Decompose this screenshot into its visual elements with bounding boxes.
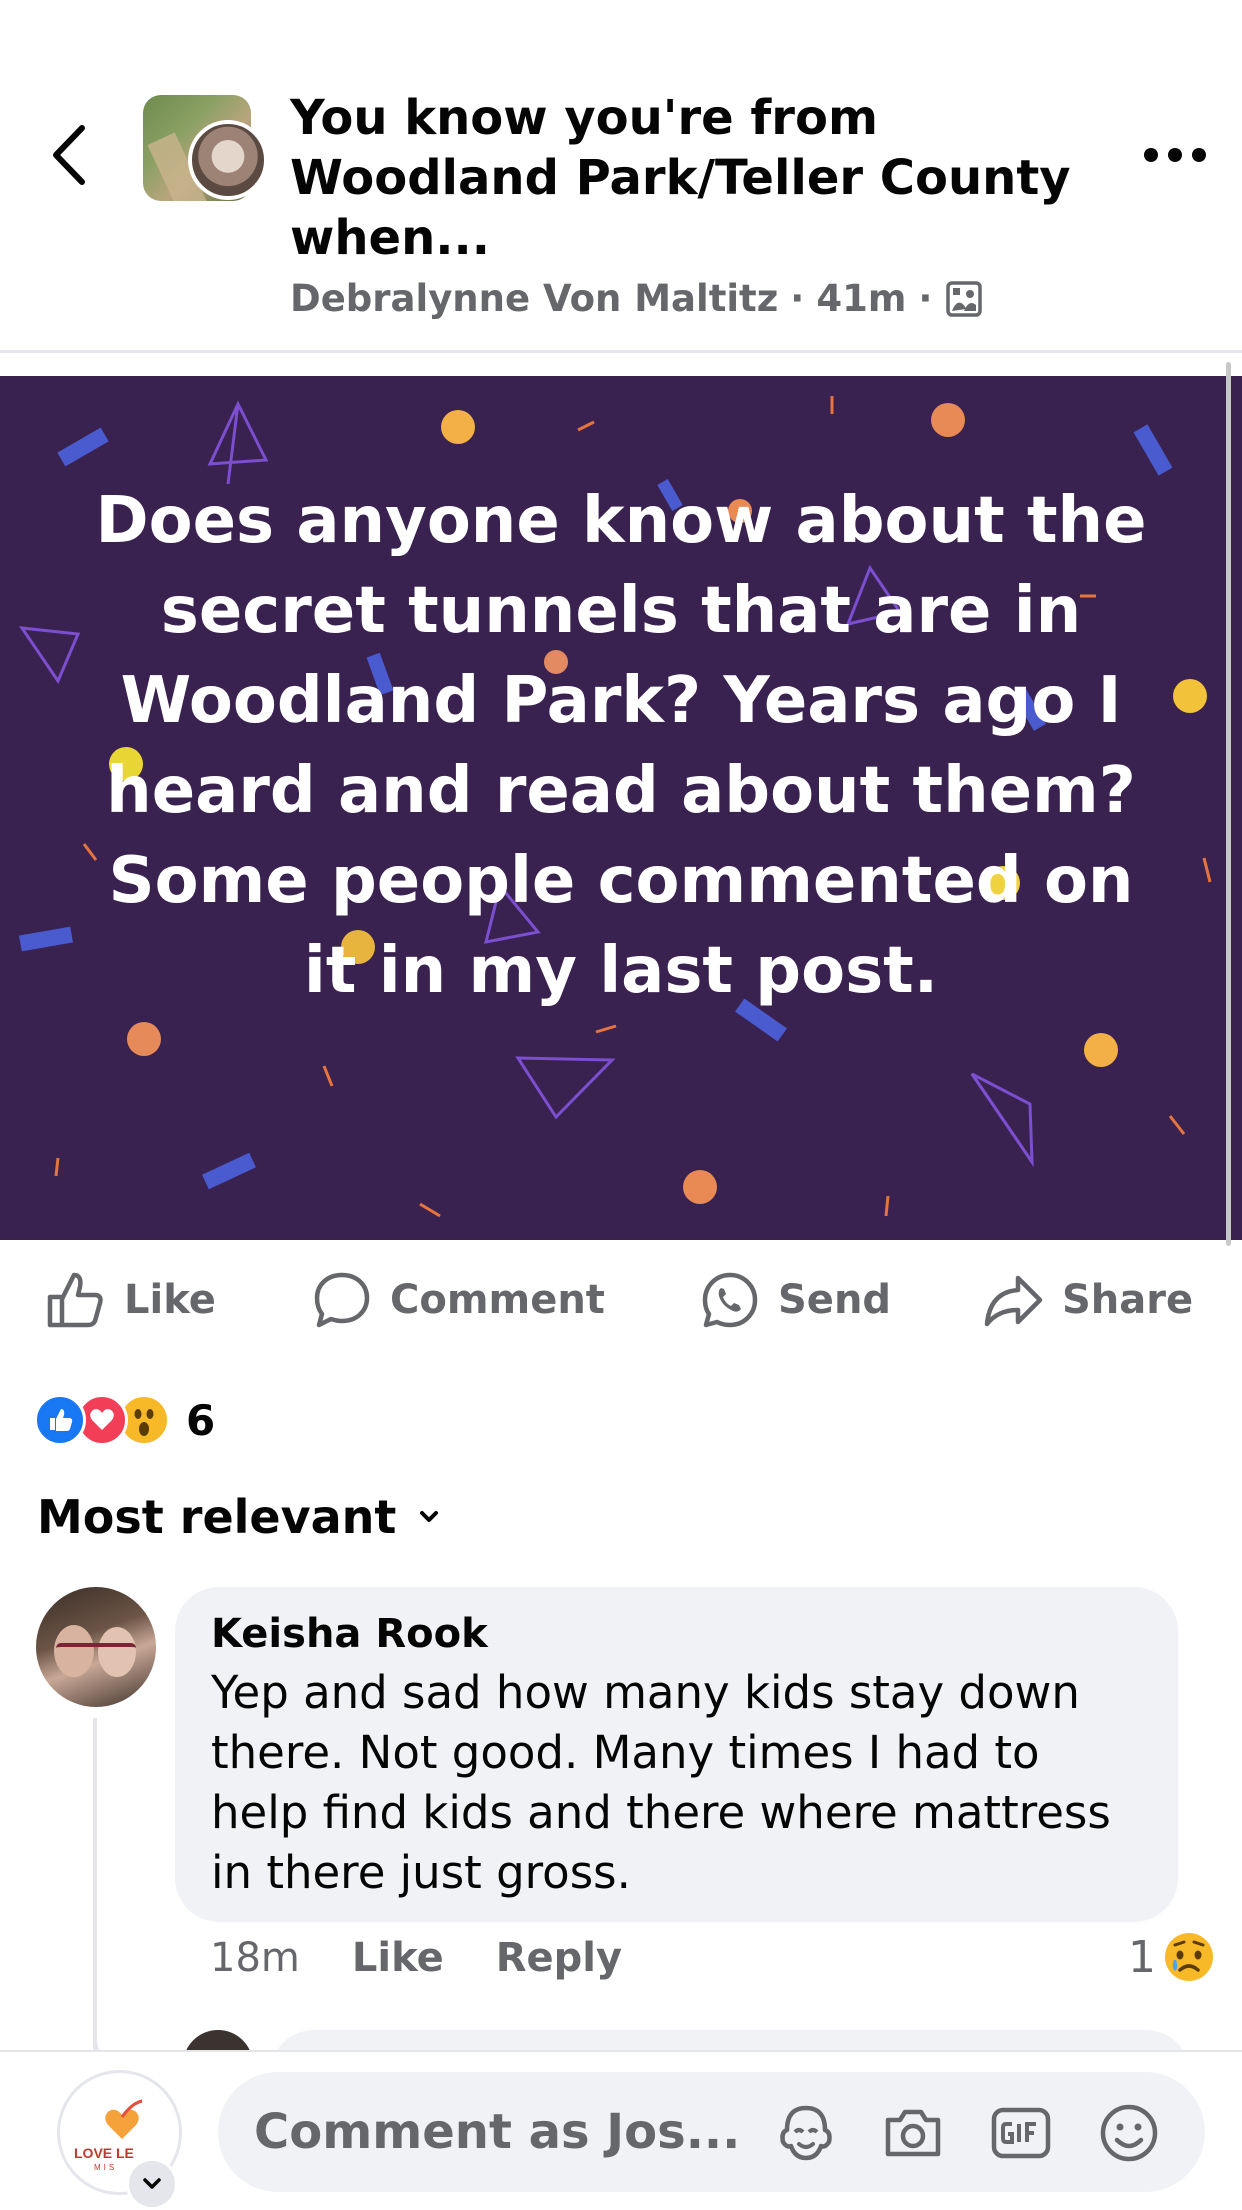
comment-time[interactable]: 18m xyxy=(210,1935,300,1981)
scrollbar[interactable] xyxy=(1226,362,1231,1246)
chevron-left-icon xyxy=(53,125,85,185)
comment-reply-button[interactable]: Reply xyxy=(496,1935,622,1981)
comments-sort-dropdown[interactable]: Most relevant xyxy=(37,1490,442,1544)
avatar-sticker-button[interactable] xyxy=(773,2100,839,2166)
thread-line xyxy=(93,1718,97,2058)
emoji-button[interactable] xyxy=(1096,2100,1162,2166)
comment-reaction-count: 1 xyxy=(1128,1931,1156,1983)
thumbs-up-icon xyxy=(47,1272,103,1328)
comment-text: Yep and sad how many kids stay down ther… xyxy=(211,1666,1111,1899)
share-button[interactable]: Share xyxy=(982,1268,1193,1332)
comment-input-container[interactable] xyxy=(218,2072,1205,2192)
comment-bubble[interactable]: Keisha Rook Yep and sad how many kids st… xyxy=(175,1587,1178,1922)
group-title[interactable]: You know you're from Woodland Park/Telle… xyxy=(290,88,1090,268)
comment-label: Comment xyxy=(390,1277,605,1323)
post-header: You know you're from Woodland Park/Telle… xyxy=(0,0,1242,353)
comment-composer: LOVE LE MIS xyxy=(0,2050,1242,2210)
share-arrow-icon xyxy=(984,1275,1043,1327)
post-time[interactable]: 41m xyxy=(816,277,906,320)
header-divider xyxy=(0,350,1242,353)
gif-button[interactable] xyxy=(988,2100,1054,2166)
avatar-logo-text: LOVE LE xyxy=(74,2145,134,2161)
post-meta: Debralynne Von Maltitz · 41m · xyxy=(290,277,984,320)
comment-reaction-summary[interactable]: 1 xyxy=(1128,1930,1216,1984)
meta-separator: · xyxy=(918,277,933,320)
whatsapp-icon xyxy=(702,1272,758,1328)
comment-input[interactable] xyxy=(218,2072,778,2192)
more-options-button[interactable] xyxy=(1135,130,1215,180)
comment-like-button[interactable]: Like xyxy=(352,1935,444,1981)
sort-label: Most relevant xyxy=(37,1490,397,1544)
post-action-bar: Like Comment Send Share xyxy=(0,1240,1242,1360)
post-background-card[interactable]: Does anyone know about the secret tunnel… xyxy=(0,376,1242,1240)
back-button[interactable] xyxy=(40,120,100,190)
comment-meta: 18m Like Reply xyxy=(210,1935,622,1981)
chevron-down-icon xyxy=(143,2178,161,2189)
reaction-count: 6 xyxy=(186,1395,216,1445)
send-label: Send xyxy=(778,1277,892,1323)
camera-button[interactable] xyxy=(880,2100,946,2166)
comment-author[interactable]: Keisha Rook xyxy=(211,1611,1142,1657)
author-avatar[interactable] xyxy=(188,120,268,200)
camera-icon xyxy=(885,2109,941,2157)
commenter-avatar[interactable] xyxy=(36,1587,156,1707)
reactions-summary[interactable]: 6 xyxy=(34,1392,215,1448)
post-text: Does anyone know about the secret tunnel… xyxy=(95,484,1147,1008)
sad-reaction-icon xyxy=(1165,1933,1213,1981)
avatar-logo-sub: MIS xyxy=(94,2163,118,2172)
comment-button[interactable]: Comment xyxy=(312,1268,605,1332)
comment-bubble-icon xyxy=(314,1272,370,1328)
author-name[interactable]: Debralynne Von Maltitz xyxy=(290,277,778,320)
like-label: Like xyxy=(124,1277,216,1323)
switch-profile-button[interactable] xyxy=(126,2158,178,2210)
group-privacy-icon xyxy=(946,280,983,317)
share-label: Share xyxy=(1062,1277,1194,1323)
avatar-sticker-icon xyxy=(780,2105,832,2161)
like-button[interactable]: Like xyxy=(44,1268,216,1332)
send-button[interactable]: Send xyxy=(700,1268,891,1332)
meta-separator: · xyxy=(790,277,805,320)
emoji-smile-icon xyxy=(1100,2104,1158,2162)
chevron-down-icon xyxy=(420,1511,439,1522)
gif-icon xyxy=(991,2107,1051,2159)
like-reaction-icon xyxy=(34,1394,86,1446)
more-horizontal-icon xyxy=(1144,148,1206,162)
